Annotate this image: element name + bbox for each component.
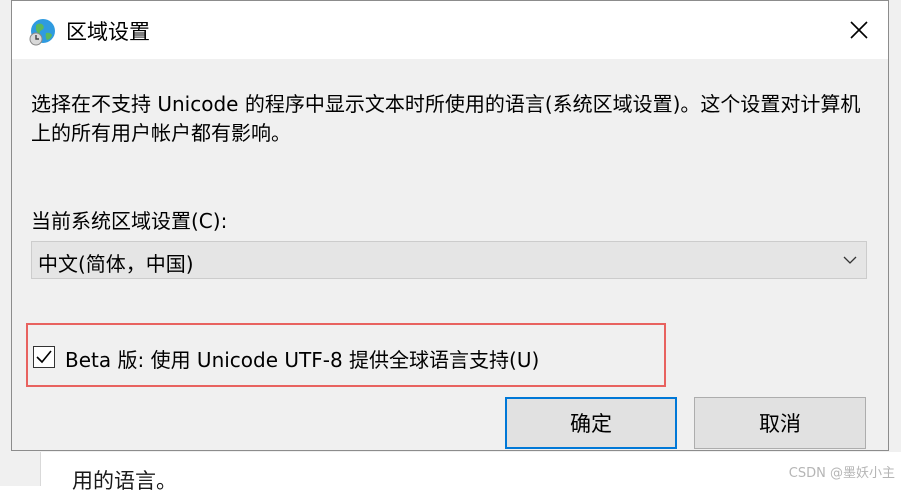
checkmark-icon [36,350,52,364]
beta-utf8-label[interactable]: Beta 版: 使用 Unicode UTF-8 提供全球语言支持(U) [65,344,539,373]
beta-utf8-checkbox[interactable] [33,346,55,368]
region-settings-dialog: 区域设置 选择在不支持 Unicode 的程序中显示文本时所使用的语言(系统区域… [11,0,889,451]
locale-label: 当前系统区域设置(C): [31,209,228,233]
ok-button[interactable]: 确定 [505,397,677,449]
cancel-button[interactable]: 取消 [694,397,866,449]
close-button[interactable] [830,1,888,59]
chevron-down-icon [843,256,857,264]
title-bar: 区域设置 [12,1,888,59]
description-text: 选择在不支持 Unicode 的程序中显示文本时所使用的语言(系统区域设置)。这… [31,92,861,145]
globe-icon [29,19,55,46]
close-icon [850,21,868,39]
locale-selected-value: 中文(简体，中国) [38,252,194,276]
watermark: CSDN @墨妖小主 [788,466,895,481]
locale-dropdown[interactable]: 中文(简体，中国) [31,241,867,279]
background-window-text: 用的语言。 [72,469,177,493]
dialog-title: 区域设置 [66,20,150,44]
